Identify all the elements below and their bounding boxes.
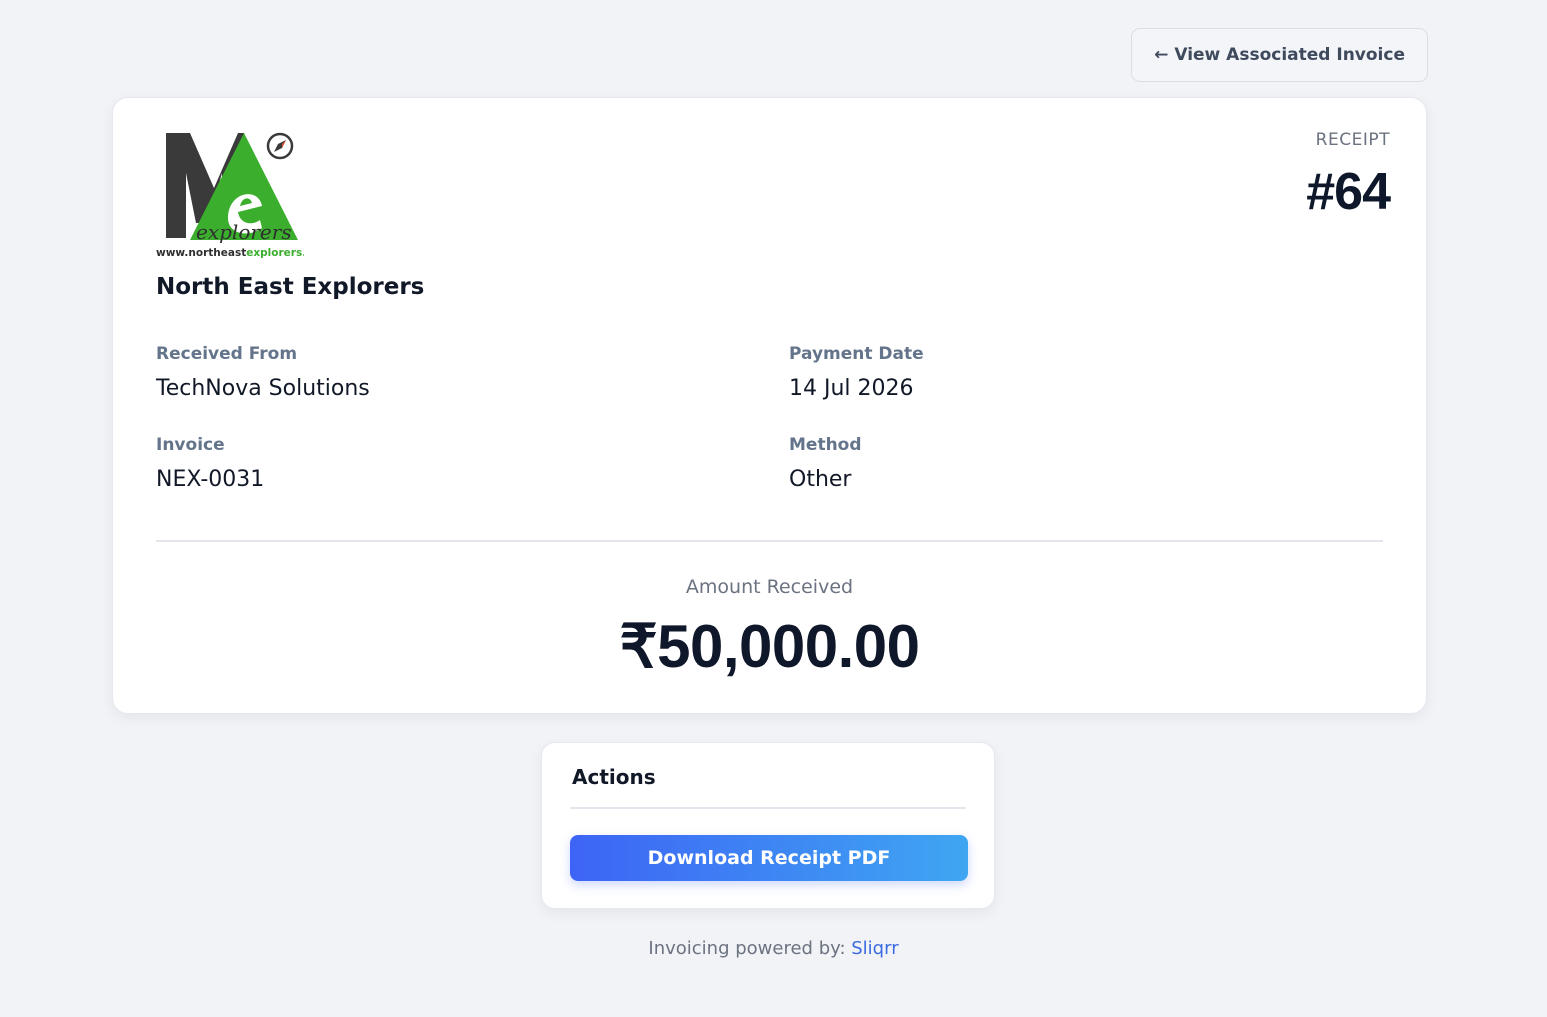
top-bar: ← View Associated Invoice (1131, 28, 1428, 82)
footer-text: Invoicing powered by: (648, 938, 852, 959)
download-receipt-pdf-button[interactable]: Download Receipt PDF (570, 835, 968, 881)
received-from-value: TechNova Solutions (156, 376, 370, 401)
receipt-details: Received From TechNova Solutions Payment… (156, 344, 1383, 492)
invoice-label: Invoice (156, 435, 225, 455)
receipt-label: RECEIPT (1315, 130, 1390, 150)
amount-received-label: Amount Received (685, 576, 854, 598)
actions-divider (570, 807, 966, 809)
method-label: Method (789, 435, 862, 455)
payment-date-field: Payment Date 14 Jul 2026 (789, 344, 1383, 401)
payment-date-label: Payment Date (789, 344, 924, 364)
footer: Invoicing powered by: Sliqrr (0, 938, 1547, 959)
invoice-value: NEX-0031 (156, 467, 265, 492)
receipt-divider (156, 540, 1383, 542)
company-brand: explorers www.northeastexplorers.in Nort… (156, 128, 424, 300)
amount-received-value: ₹50,000.00 (619, 613, 920, 680)
invoice-field: Invoice NEX-0031 (156, 435, 789, 492)
payment-date-value: 14 Jul 2026 (789, 376, 914, 401)
receipt-number: #64 (1306, 163, 1391, 221)
method-value: Other (789, 467, 852, 492)
receipt-card: explorers www.northeastexplorers.in Nort… (112, 97, 1427, 714)
received-from-field: Received From TechNova Solutions (156, 344, 789, 401)
logo-wordmark: explorers (196, 220, 292, 244)
actions-title: Actions (572, 765, 656, 789)
logo-url-suffix: explorers.in (246, 247, 304, 259)
receipt-header: RECEIPT #64 (1306, 130, 1391, 222)
method-field: Method Other (789, 435, 1383, 492)
actions-card: Actions Download Receipt PDF (541, 742, 995, 909)
company-logo: explorers www.northeastexplorers.in (156, 132, 304, 259)
sliqrr-link[interactable]: Sliqrr (851, 938, 898, 959)
svg-text:www.northeastexplorers.in: www.northeastexplorers.in (156, 247, 304, 259)
company-name: North East Explorers (156, 274, 425, 300)
received-from-label: Received From (156, 344, 298, 364)
view-associated-invoice-button[interactable]: ← View Associated Invoice (1131, 28, 1428, 82)
amount-block: Amount Received ₹50,000.00 (113, 576, 1426, 682)
logo-url-prefix: www.northeast (156, 247, 246, 259)
